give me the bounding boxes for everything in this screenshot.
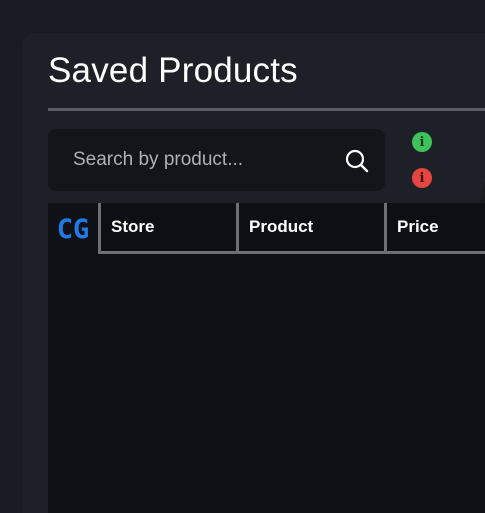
cg-logo: CG xyxy=(48,203,98,253)
info-red-icon[interactable]: i xyxy=(412,168,432,188)
products-table: CG Store Product Price xyxy=(48,203,485,513)
search-input[interactable] xyxy=(73,129,333,191)
search-icon[interactable] xyxy=(344,148,370,174)
search-box xyxy=(48,129,385,191)
column-header-price[interactable]: Price xyxy=(384,203,485,254)
saved-products-panel: Saved Products i i CG Store Product Pric… xyxy=(23,33,485,513)
title-divider xyxy=(48,108,485,111)
column-header-product[interactable]: Product xyxy=(236,203,386,254)
table-header: CG Store Product Price xyxy=(48,203,485,254)
page-title: Saved Products xyxy=(48,51,298,90)
info-green-icon[interactable]: i xyxy=(412,132,432,152)
svg-text:CG: CG xyxy=(57,214,90,243)
column-header-store[interactable]: Store xyxy=(98,203,246,254)
